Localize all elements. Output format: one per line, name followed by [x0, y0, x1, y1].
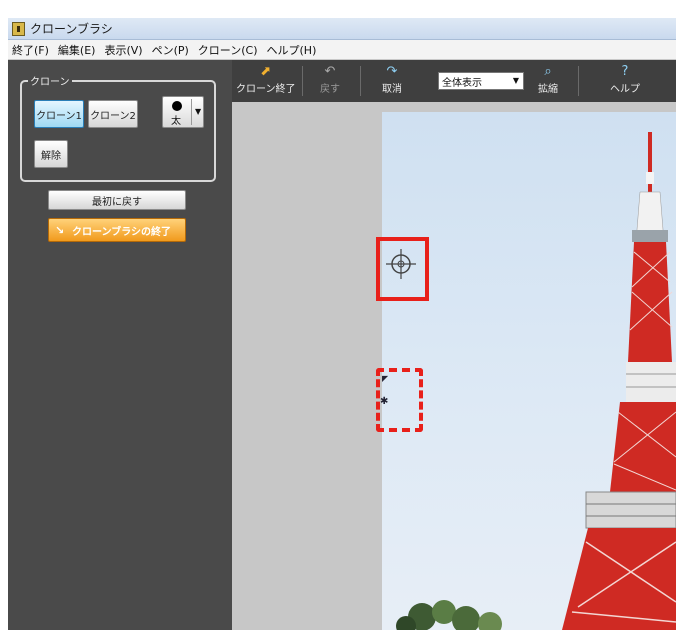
tree-foliage	[396, 600, 502, 630]
help-cursor-icon: ?	[621, 64, 629, 79]
undo-icon: ↶	[324, 64, 336, 79]
chevron-down-icon: ▼	[195, 107, 202, 116]
undo-tool[interactable]: ↶ 戻す	[320, 64, 340, 95]
dropdown-divider	[191, 99, 192, 125]
menu-pen[interactable]: ペン(P)	[152, 42, 189, 58]
help-label: ヘルプ	[610, 84, 640, 95]
release-button[interactable]: 解除	[34, 140, 68, 168]
cancel-tool[interactable]: ↷ 取消	[382, 64, 402, 95]
app-icon	[12, 21, 25, 36]
zoom-magnifier-icon: ⌕	[544, 64, 552, 79]
toolbar-divider	[360, 66, 361, 96]
tower-spire-band	[646, 172, 654, 184]
finish-clone-brush-button[interactable]: ↘ クローンブラシの終了	[48, 218, 186, 242]
clone1-button[interactable]: クローン1	[34, 100, 84, 128]
pen-size-label: 太	[171, 116, 181, 127]
clone-group-label: クローン	[28, 73, 72, 88]
toolbar-divider	[578, 66, 579, 96]
window-title: クローンブラシ	[30, 22, 113, 36]
pointer-icon: ◤	[382, 374, 389, 383]
toolbar: ⬈ クローン終了 ↶ 戻す ↷ 取消 全体表示 ▼ ⌕ 拡縮 ? ヘルプ	[232, 60, 676, 102]
clone-side-panel: クローン クローン1 クローン2 太 ▼ 解除 最初に戻す ↘ クローンブラシの…	[8, 60, 232, 630]
end-clone-icon: ⬈	[260, 64, 272, 79]
cancel-icon: ↷	[386, 64, 398, 79]
menu-help[interactable]: ヘルプ(H)	[267, 42, 317, 58]
tower-white-band	[626, 362, 676, 402]
end-clone-tool[interactable]: ⬈ クローン終了	[236, 64, 296, 95]
tower-upper-section	[628, 242, 672, 362]
chevron-down-icon: ▼	[512, 76, 519, 85]
zoom-label: 拡縮	[538, 84, 558, 95]
menu-bar: 終了(F) 編集(E) 表示(V) ペン(P) クローン(C) ヘルプ(H)	[8, 40, 676, 60]
view-mode-select[interactable]: 全体表示 ▼	[438, 72, 524, 90]
tower-platform	[632, 230, 668, 242]
menu-view[interactable]: 表示(V)	[104, 42, 142, 58]
tower-illustration	[396, 132, 676, 630]
tower-lower-section	[610, 402, 676, 492]
cancel-label: 取消	[382, 84, 402, 95]
menu-clone[interactable]: クローン(C)	[198, 42, 258, 58]
pen-size-dropdown[interactable]: 太 ▼	[162, 96, 204, 128]
tokyo-tower-photo[interactable]	[382, 112, 676, 630]
exit-arrow-icon: ↘	[55, 223, 65, 237]
undo-label: 戻す	[320, 84, 340, 95]
menu-edit[interactable]: 編集(E)	[58, 42, 96, 58]
view-mode-value: 全体表示	[442, 77, 482, 89]
title-bar: クローンブラシ	[8, 18, 676, 40]
help-tool[interactable]: ? ヘルプ	[610, 64, 640, 95]
menu-exit[interactable]: 終了(F)	[12, 42, 49, 58]
clone-group-box: クローン クローン1 クローン2 太 ▼ 解除	[20, 73, 216, 182]
canvas-area[interactable]	[232, 102, 676, 630]
brush-cursor-icon: ✱	[380, 396, 389, 407]
zoom-tool[interactable]: ⌕ 拡縮	[538, 64, 558, 95]
crosshair-icon	[386, 249, 416, 279]
toolbar-divider	[302, 66, 303, 96]
clone2-button[interactable]: クローン2	[88, 100, 138, 128]
finish-clone-brush-label: クローンブラシの終了	[72, 226, 171, 238]
pen-dot-icon	[172, 101, 182, 111]
tower-observation-deck	[585, 491, 676, 529]
reset-button[interactable]: 最初に戻す	[48, 190, 186, 210]
end-clone-label: クローン終了	[236, 84, 296, 95]
